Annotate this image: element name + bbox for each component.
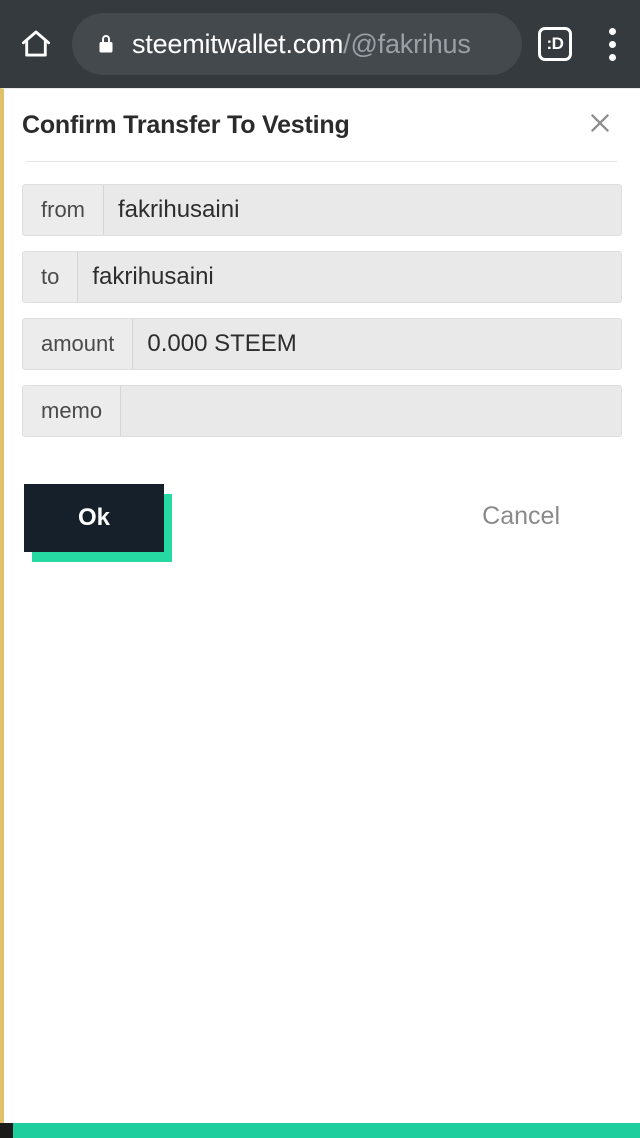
- screen: steemitwallet.com/@fakrihus :D Confirm T…: [0, 0, 640, 1138]
- page-content: Confirm Transfer To Vesting from fakrihu…: [0, 88, 640, 1138]
- lock-icon: [96, 31, 116, 57]
- field-value-memo[interactable]: [121, 386, 621, 436]
- field-value-amount[interactable]: 0.000 STEEM: [133, 319, 621, 369]
- close-icon: [587, 110, 613, 141]
- close-button[interactable]: [578, 103, 622, 147]
- home-icon: [18, 26, 54, 62]
- field-label-from: from: [23, 185, 104, 235]
- three-dot-menu-icon-dot2: [608, 40, 616, 48]
- bottom-accent-bar: [0, 1123, 640, 1138]
- three-dot-menu-icon-dot3: [608, 53, 616, 61]
- browser-toolbar: steemitwallet.com/@fakrihus :D: [0, 0, 640, 88]
- field-label-memo: memo: [23, 386, 122, 436]
- dialog-header: Confirm Transfer To Vesting: [22, 89, 622, 161]
- address-bar[interactable]: steemitwallet.com/@fakrihus: [72, 13, 522, 75]
- tab-count-label: :D: [538, 27, 572, 61]
- field-value-to[interactable]: fakrihusaini: [78, 252, 621, 302]
- field-label-amount: amount: [23, 319, 134, 369]
- header-divider: [26, 161, 618, 162]
- ok-button-wrapper: Ok: [24, 484, 172, 562]
- field-row-memo: memo: [22, 385, 622, 437]
- tab-switcher-button[interactable]: :D: [526, 0, 584, 88]
- page-title: Confirm Transfer To Vesting: [22, 110, 350, 139]
- bottom-left-nub: [0, 1123, 13, 1138]
- ok-button[interactable]: Ok: [24, 484, 164, 552]
- field-label-to: to: [23, 252, 79, 302]
- url-domain: steemitwallet.com: [132, 29, 344, 59]
- field-row-to: to fakrihusaini: [22, 251, 622, 303]
- browser-menu-button[interactable]: [584, 0, 640, 88]
- field-row-amount: amount 0.000 STEEM: [22, 318, 622, 370]
- field-value-from[interactable]: fakrihusaini: [104, 185, 621, 235]
- home-button[interactable]: [0, 0, 72, 88]
- confirm-transfer-dialog: Confirm Transfer To Vesting from fakrihu…: [4, 89, 640, 570]
- three-dot-menu-icon: [608, 27, 616, 35]
- cancel-button[interactable]: Cancel: [482, 502, 560, 531]
- field-row-from: from fakrihusaini: [22, 184, 622, 236]
- url-path: /@fakrihus: [343, 29, 471, 59]
- dialog-actions: Ok Cancel: [22, 484, 622, 570]
- url-text: steemitwallet.com/@fakrihus: [132, 13, 471, 75]
